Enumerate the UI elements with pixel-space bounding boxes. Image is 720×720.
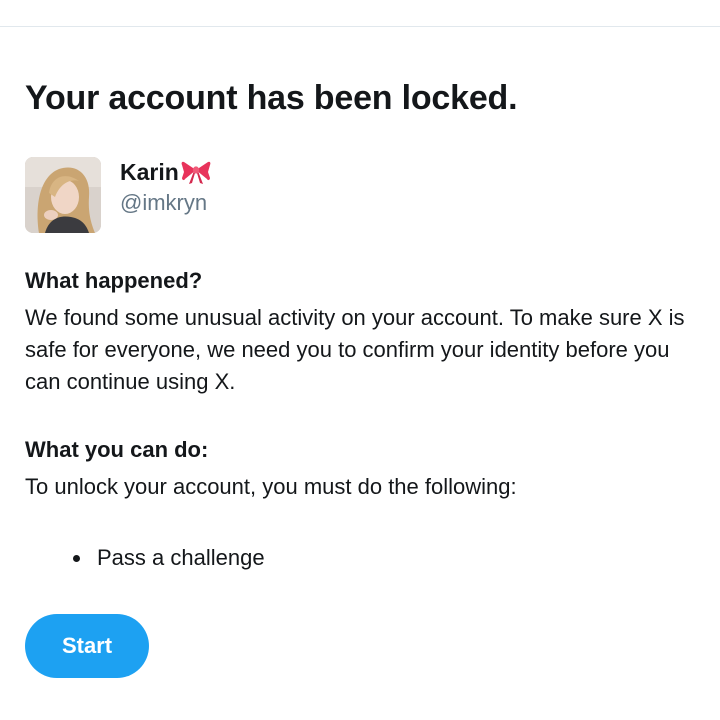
account-handle: @imkryn — [120, 190, 208, 215]
what-happened-text: We found some unusual activity on your a… — [25, 305, 685, 394]
ribbon-bow-icon — [181, 159, 211, 185]
what-you-can-do-text: To unlock your account, you must do the … — [25, 474, 517, 499]
account-profile: Karin @imkryn — [25, 157, 425, 233]
list-item: Pass a challenge — [73, 543, 265, 573]
what-you-can-do-heading: What you can do: — [25, 437, 209, 462]
what-happened-heading: What happened? — [25, 268, 203, 293]
top-bar — [0, 0, 720, 27]
step-label: Pass a challenge — [97, 545, 265, 570]
avatar — [25, 157, 101, 233]
start-button[interactable]: Start — [25, 614, 149, 678]
bullet-icon — [73, 554, 80, 562]
display-name: Karin — [120, 157, 211, 187]
profile-names: Karin @imkryn — [120, 157, 211, 218]
page-title: Your account has been locked. — [25, 79, 518, 117]
locked-account-panel: Your account has been locked. Karin @imk… — [25, 76, 695, 678]
display-name-text: Karin — [120, 159, 179, 185]
